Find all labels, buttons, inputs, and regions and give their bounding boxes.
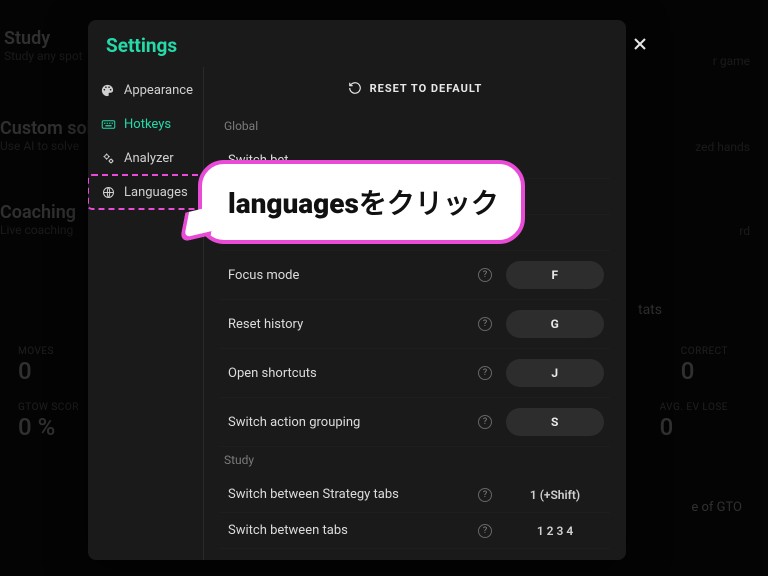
settings-content[interactable]: RESET TO DEFAULT Global Switch bet Switc… [204, 67, 626, 560]
globe-icon [100, 184, 116, 200]
sidebar-item-hotkeys[interactable]: Hotkeys [88, 107, 203, 141]
hotkey-row: Open shortcuts ? J [220, 349, 610, 398]
modal-title: Settings [106, 34, 177, 57]
help-icon[interactable]: ? [478, 317, 492, 331]
hotkey-row: Switch between tabs ? 1 2 3 4 [220, 513, 610, 549]
reset-to-default-button[interactable]: RESET TO DEFAULT [220, 71, 610, 113]
help-icon[interactable]: ? [478, 366, 492, 380]
hotkey-row: Switch between Strategy tabs ? 1 (+Shift… [220, 477, 610, 513]
hotkey-keycap[interactable]: G [506, 310, 604, 338]
hotkey-keycap[interactable]: J [506, 359, 604, 387]
reset-icon [348, 81, 362, 95]
sidebar-item-label: Hotkeys [124, 117, 171, 132]
sidebar-item-label: Languages [124, 185, 188, 200]
hotkey-label: Switch action grouping [228, 415, 478, 430]
hotkey-label: Switch between Strategy tabs [228, 487, 478, 502]
hotkey-label: Open shortcuts [228, 366, 478, 381]
sidebar-item-label: Appearance [124, 83, 193, 98]
sidebar-item-label: Analyzer [124, 151, 174, 166]
help-icon[interactable]: ? [478, 415, 492, 429]
help-icon[interactable]: ? [478, 268, 492, 282]
keyboard-icon [100, 116, 116, 132]
hotkey-label: Switch between tabs [228, 523, 478, 538]
hotkey-row: Switch h [220, 179, 610, 215]
settings-sidebar: Appearance Hotkeys Analyzer Languages [88, 67, 204, 560]
hotkey-keycap[interactable]: F [506, 261, 604, 289]
hotkey-keytext: 1 2 3 4 [506, 524, 604, 538]
close-icon [630, 34, 650, 54]
close-button[interactable] [630, 34, 650, 54]
settings-modal: Settings Appearance Hotkeys Analyzer [88, 20, 626, 560]
hotkey-label: Drawing m [228, 225, 604, 240]
hotkey-label: Focus mode [228, 268, 478, 283]
hotkey-keytext: 1 (+Shift) [506, 488, 604, 502]
palette-icon [100, 82, 116, 98]
sidebar-item-analyzer[interactable]: Analyzer [88, 141, 203, 175]
hotkey-row: Switch bet [220, 143, 610, 179]
help-icon[interactable]: ? [478, 488, 492, 502]
hotkey-row: Drawing m [220, 215, 610, 251]
sidebar-item-appearance[interactable]: Appearance [88, 73, 203, 107]
hotkey-label: Reset history [228, 317, 478, 332]
hotkey-label: Switch h [228, 189, 604, 204]
gears-icon [100, 150, 116, 166]
reset-label: RESET TO DEFAULT [370, 82, 483, 95]
help-icon[interactable]: ? [478, 524, 492, 538]
sidebar-item-languages[interactable]: Languages [88, 175, 203, 209]
section-label-global: Global [220, 113, 610, 143]
hotkey-row: Reset history ? G [220, 300, 610, 349]
hotkey-row: Switch action grouping ? S [220, 398, 610, 447]
hotkey-label: Switch bet [228, 153, 604, 168]
hotkey-keycap[interactable]: S [506, 408, 604, 436]
hotkey-row: Focus mode ? F [220, 251, 610, 300]
section-label-study: Study [220, 447, 610, 477]
